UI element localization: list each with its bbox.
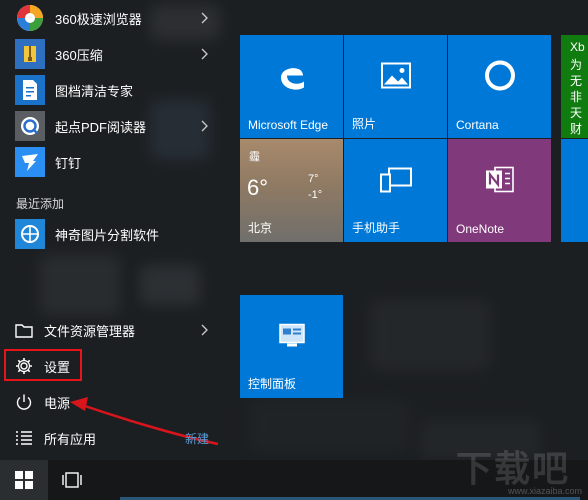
tile-photos[interactable]: 照片	[344, 35, 447, 138]
control-panel-icon	[278, 323, 306, 354]
tile-label: Cortana	[456, 118, 499, 132]
task-view-icon	[62, 472, 82, 488]
app-item-label: 起点PDF阅读器	[55, 119, 147, 135]
tile-microsoft-edge[interactable]: Microsoft Edge	[240, 35, 343, 138]
photos-icon	[380, 62, 411, 94]
side-tile-text: 非	[570, 90, 583, 104]
tile-label: Microsoft Edge	[248, 118, 329, 132]
folder-icon	[13, 319, 35, 341]
tile-label: 照片	[352, 117, 377, 131]
chevron-right-icon	[201, 120, 208, 132]
side-tile-text: 无	[570, 74, 583, 88]
app-item-dingtalk[interactable]: 钉钉	[0, 144, 228, 180]
weather-low: -1°	[308, 189, 323, 201]
phone-companion-icon	[379, 166, 413, 199]
tile-cortana[interactable]: Cortana	[448, 35, 551, 138]
app-item-label: 图档清洁专家	[55, 83, 134, 99]
tile-label: 控制面板	[248, 377, 297, 391]
recently-added-header: 最近添加	[16, 197, 65, 211]
power-button[interactable]: 电源	[0, 385, 228, 419]
pdf-reader-icon	[15, 111, 45, 141]
task-view-button[interactable]	[48, 460, 96, 500]
tile-onenote[interactable]: OneNote	[448, 139, 551, 242]
xbox-tile-label: Xb	[570, 40, 585, 54]
app-item-360-zip[interactable]: 360压缩	[0, 36, 228, 72]
new-annotation-label: 新建	[185, 432, 210, 446]
image-splitter-icon	[15, 219, 45, 249]
tile-weather[interactable]: 霾 6° 7° -1° 北京	[240, 139, 343, 242]
weather-city: 北京	[248, 221, 273, 235]
app-item-image-splitter[interactable]: 神奇图片分割软件	[0, 216, 228, 252]
watermark-logo: 下载吧	[456, 448, 571, 489]
side-tile-text: 天	[570, 106, 583, 120]
app-item-label: 360极速浏览器	[55, 11, 142, 27]
tile-phone-assistant[interactable]: 手机助手	[344, 139, 447, 242]
app-item-360-browser[interactable]: 360极速浏览器	[0, 0, 228, 36]
chevron-right-icon	[201, 324, 208, 336]
power-label: 电源	[44, 395, 71, 411]
app-item-label: 神奇图片分割软件	[55, 227, 160, 243]
app-item-doc-cleaner[interactable]: 图档清洁专家	[0, 72, 228, 108]
side-tile-text: 财	[570, 122, 583, 136]
start-menu-app-list: 360极速浏览器 360压缩 图档清洁专家 起点PDF阅读器 钉钉 最近添加 神…	[0, 0, 228, 460]
doc-cleaner-icon	[15, 75, 45, 105]
tile-label: 手机助手	[352, 221, 401, 235]
app-item-label: 钉钉	[55, 155, 82, 171]
edge-icon	[275, 59, 309, 98]
start-button[interactable]	[0, 460, 48, 500]
list-icon	[13, 427, 35, 449]
file-explorer-button[interactable]: 文件资源管理器	[0, 313, 228, 347]
chevron-right-icon	[201, 48, 208, 60]
app-item-label: 360压缩	[55, 47, 103, 63]
weather-condition: 霾	[249, 151, 260, 163]
all-apps-label: 所有应用	[44, 431, 97, 447]
tile-control-panel[interactable]: 控制面板	[240, 295, 343, 398]
360-browser-icon	[15, 3, 45, 33]
watermark-url: www.xiazaiba.com	[508, 486, 583, 496]
power-icon	[13, 391, 35, 413]
settings-highlight-annotation	[4, 349, 82, 381]
weather-temperature: 6°	[247, 175, 269, 200]
cortana-icon	[484, 60, 516, 97]
side-tile-text: 为	[570, 58, 583, 72]
file-explorer-label: 文件资源管理器	[44, 323, 136, 339]
windows-logo-icon	[15, 471, 33, 489]
360-zip-icon	[15, 39, 45, 69]
tile-partial-right[interactable]	[561, 139, 588, 242]
chevron-right-icon	[201, 12, 208, 24]
app-item-pdf-reader[interactable]: 起点PDF阅读器	[0, 108, 228, 144]
onenote-icon	[483, 163, 517, 202]
tile-label: OneNote	[456, 222, 505, 236]
weather-high: 7°	[308, 173, 319, 185]
dingtalk-icon	[15, 147, 45, 177]
